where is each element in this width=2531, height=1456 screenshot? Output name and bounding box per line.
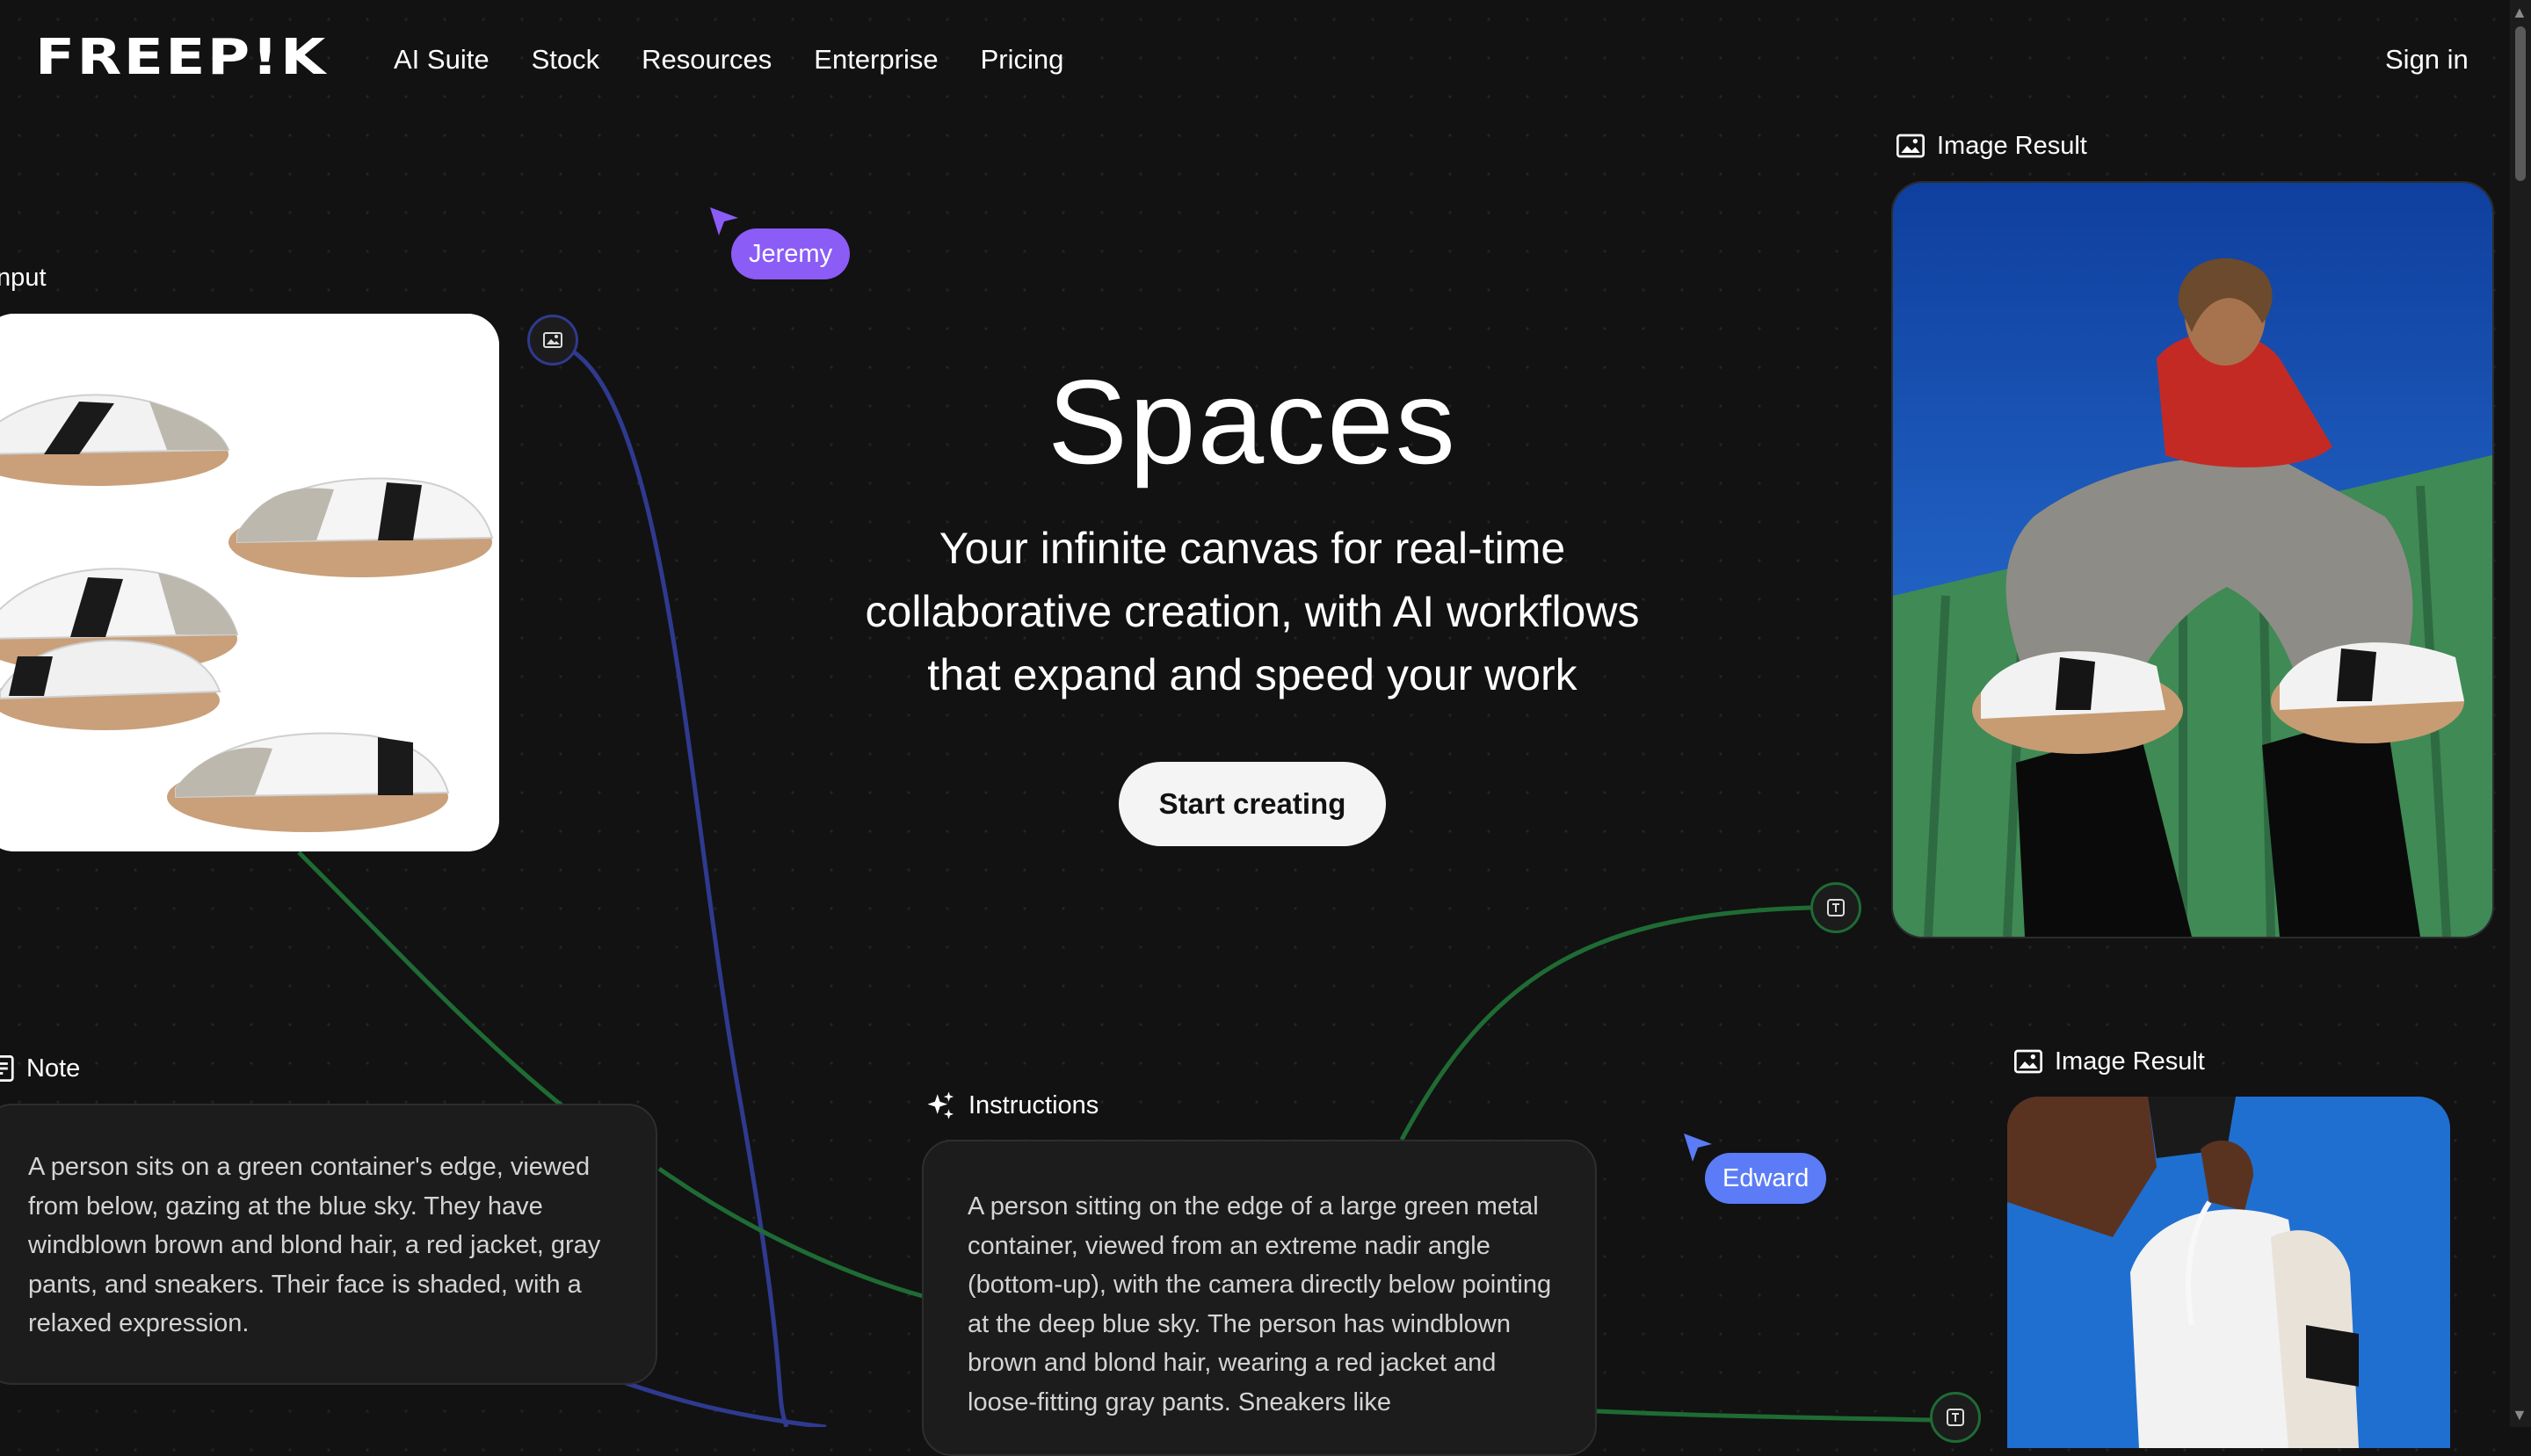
input-node-label: Input <box>0 264 47 292</box>
cursor-pointer-icon <box>1684 1134 1712 1162</box>
hero-subtitle-line: collaborative creation, with AI workflow… <box>865 587 1640 636</box>
nav-resources[interactable]: Resources <box>642 39 772 81</box>
scrollbar-thumb[interactable] <box>2515 26 2526 181</box>
hero-subtitle-line: Your infinite canvas for real-time <box>939 524 1566 573</box>
text-icon <box>1827 899 1845 916</box>
nav-ai-suite[interactable]: AI Suite <box>394 39 490 81</box>
sign-in-link[interactable]: Sign in <box>2385 39 2469 81</box>
freepik-logo[interactable]: FREEP!K <box>35 33 328 83</box>
wire-instructions-to-result2 <box>1596 1409 1934 1423</box>
note-icon <box>0 1055 14 1082</box>
cursor-tag-jeremy: Jeremy <box>731 228 851 279</box>
main-nav: AI Suite Stock Resources Enterprise Pric… <box>394 39 1063 81</box>
nav-enterprise[interactable]: Enterprise <box>814 39 938 81</box>
note-title: Note <box>26 1054 81 1083</box>
result1-input-port[interactable] <box>1810 882 1861 933</box>
hero-subtitle-line: that expand and speed your work <box>927 650 1577 699</box>
wire-input-to-note <box>297 851 599 1135</box>
text-icon <box>1947 1409 1964 1426</box>
cursor-tag-edward: Edward <box>1705 1153 1827 1204</box>
wire-instructions-to-result1 <box>1399 905 1811 1141</box>
nav-stock[interactable]: Stock <box>532 39 600 81</box>
image-result-card[interactable] <box>2007 1097 2450 1448</box>
note-card[interactable]: A person sits on a green container's edg… <box>0 1104 657 1385</box>
image-result-card[interactable] <box>1891 181 2494 938</box>
image-result-title: Image Result <box>2055 1047 2205 1076</box>
image-icon <box>543 332 562 348</box>
instructions-card[interactable]: A person sitting on the edge of a large … <box>922 1140 1597 1456</box>
image-result-label: Image Result <box>2014 1044 2205 1079</box>
start-creating-button[interactable]: Start creating <box>1119 762 1386 846</box>
scroll-down-icon[interactable]: ▼ <box>2512 1406 2527 1424</box>
image-result-title: Image Result <box>1937 132 2087 160</box>
sparkles-icon <box>927 1091 954 1119</box>
instructions-title: Instructions <box>968 1091 1099 1119</box>
cursor-pointer-icon <box>710 207 738 235</box>
note-node-label: Note <box>0 1051 80 1086</box>
input-image-card[interactable] <box>0 314 499 851</box>
result2-input-port[interactable] <box>1930 1392 1981 1443</box>
hero-subtitle: Your infinite canvas for real-time colla… <box>791 517 1714 706</box>
sneakers-image <box>0 314 499 851</box>
input-output-port[interactable] <box>527 315 578 366</box>
scroll-up-icon[interactable]: ▲ <box>2512 4 2527 22</box>
image-result-label: Image Result <box>1896 128 2087 163</box>
wire-note-to-instructions <box>657 1166 924 1299</box>
person-on-container-image <box>1893 183 2492 937</box>
instructions-node-label: Instructions <box>926 1088 1099 1123</box>
hand-holding-sneakers-image <box>2007 1097 2450 1448</box>
image-icon <box>1896 134 1925 158</box>
scrollbar-track[interactable] <box>2510 0 2531 1427</box>
image-icon <box>2014 1049 2042 1074</box>
nav-pricing[interactable]: Pricing <box>981 39 1064 81</box>
wire-note-bottom <box>614 1377 827 1427</box>
